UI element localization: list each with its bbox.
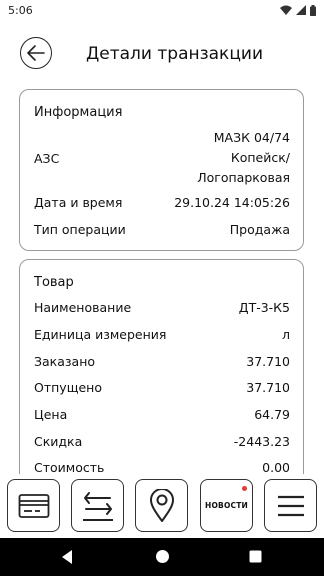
goods-card: Товар Наименование ДТ-3-К5 Единица измер… [19,259,304,499]
notification-dot [242,486,247,491]
transfer-icon [82,491,113,521]
goods-row-value: 37.710 [246,354,290,369]
arrow-left-icon [27,45,45,61]
system-nav-bar [0,538,324,576]
menu-icon [277,495,304,516]
news-icon: НОВОСТИ [204,501,249,510]
recents-square-icon[interactable] [249,550,262,563]
status-time: 5:06 [8,3,33,17]
bottom-nav: НОВОСТИ [0,474,324,538]
nav-map-button[interactable] [135,479,188,532]
wifi-icon [280,5,292,15]
goods-row-label: Отпущено [34,380,102,395]
operation-label: Тип операции [34,222,126,237]
location-pin-icon [149,488,174,522]
goods-row-label: Стоимость [34,460,105,475]
goods-row-value: 0.00 [262,460,290,475]
datetime-value: 29.10.24 14:05:26 [174,195,290,210]
back-button[interactable] [20,37,52,69]
goods-row-value: ДТ-3-К5 [238,300,290,315]
battery-icon [310,4,316,16]
goods-row-value: 64.79 [254,407,290,422]
goods-row-value: 37.710 [246,380,290,395]
nav-transactions-button[interactable] [71,479,124,532]
goods-row-label: Единица измерения [34,327,167,342]
page-title: Детали транзакции [86,44,263,64]
status-bar: 5:06 [0,0,324,20]
card-icon [18,493,49,518]
goods-row-value: -2443.23 [233,434,290,449]
nav-news-button[interactable]: НОВОСТИ [200,479,253,532]
goods-row-label: Цена [34,407,68,422]
goods-row-label: Наименование [34,300,132,315]
status-icons [280,4,316,16]
station-label: АЗС [34,151,60,166]
goods-row-label: Заказано [34,354,96,369]
station-value-line: Логопарковая [197,170,290,185]
station-value: МАЗК 04/74 Копейск/ Логопарковая [197,128,290,188]
goods-card-heading: Товар [34,275,74,290]
signal-icon [296,5,306,15]
datetime-label: Дата и время [34,195,123,210]
nav-cards-button[interactable] [7,479,60,532]
goods-row-value: л [282,327,290,342]
home-circle-icon[interactable] [155,549,170,564]
operation-value: Продажа [229,222,290,237]
header: Детали транзакции [0,36,324,76]
info-card-heading: Информация [34,105,123,120]
back-triangle-icon[interactable] [60,549,74,565]
station-value-line: МАЗК 04/74 [213,130,290,145]
station-value-line: Копейск/ [230,150,290,165]
nav-menu-button[interactable] [264,479,317,532]
info-card: Информация АЗС МАЗК 04/74 Копейск/ Логоп… [19,89,304,251]
goods-row-label: Скидка [34,434,83,449]
